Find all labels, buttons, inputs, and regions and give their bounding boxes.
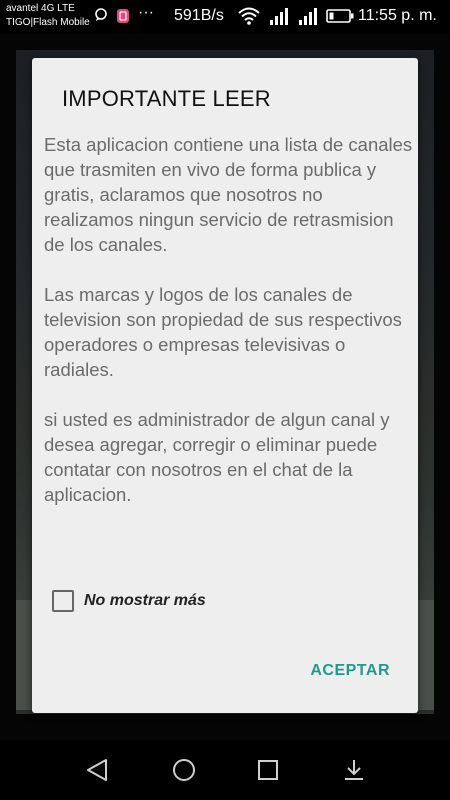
carrier-line-2: TIGO|Flash Mobile [6,17,90,28]
battery-icon [326,9,354,28]
disclaimer-dialog: IMPORTANTE LEER Esta aplicacion contiene… [32,58,418,713]
navigation-bar [0,740,450,800]
signal-strength-2-icon [298,7,318,30]
data-rate: 591B/s [174,7,224,24]
more-notifications-icon: ··· [138,4,154,21]
chat-bubble-icon [94,8,108,27]
dont-show-again-checkbox[interactable] [52,590,74,612]
carrier-info: avantel 4G LTE TIGO|Flash Mobile [6,2,90,30]
carrier-line-1: avantel 4G LTE [6,3,75,14]
dialog-paragraph: si usted es administrador de algun canal… [44,409,390,505]
clock: 11:55 p. m. [358,7,437,24]
wifi-icon [238,7,260,30]
notification-pull-icon[interactable] [340,756,368,784]
app-notification-icon [116,8,130,29]
signal-strength-icon [269,7,289,30]
background-decoration-left [16,600,32,710]
status-bar: avantel 4G LTE TIGO|Flash Mobile ··· 591… [0,0,450,34]
back-icon[interactable] [84,756,112,784]
accept-button[interactable]: ACEPTAR [310,662,390,680]
background-decoration-right [418,600,434,710]
dialog-paragraph: Esta aplicacion contiene una lista de ca… [44,134,413,255]
home-icon[interactable] [170,756,198,784]
recents-icon[interactable] [254,756,282,784]
dont-show-again-label[interactable]: No mostrar más [84,592,206,610]
dialog-paragraph: Las marcas y logos de los canales de tel… [44,284,402,380]
dialog-title: IMPORTANTE LEER [62,86,271,111]
dialog-body: Esta aplicacion contiene una lista de ca… [44,132,414,532]
dont-show-again-row[interactable]: No mostrar más [52,588,206,614]
